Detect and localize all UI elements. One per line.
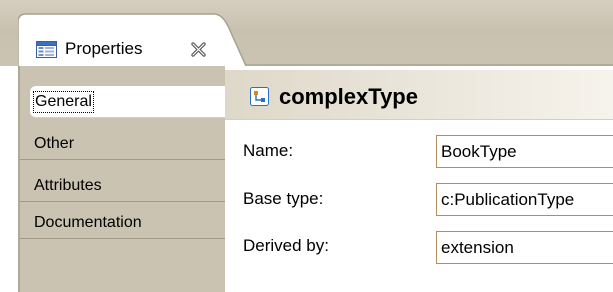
close-icon[interactable]	[190, 41, 207, 58]
properties-view-icon	[36, 41, 57, 58]
section-title: complexType	[279, 84, 418, 109]
side-tab-attributes[interactable]: Attributes	[20, 170, 225, 202]
complex-type-icon	[250, 87, 269, 106]
side-tab-general-label: General	[33, 91, 94, 113]
side-tab-other[interactable]: Other	[20, 128, 225, 160]
base-type-label: Base type:	[243, 189, 324, 208]
properties-view-tab[interactable]: Properties	[18, 12, 248, 68]
side-tab-general[interactable]: General	[30, 86, 225, 118]
name-field[interactable]: BookType	[436, 135, 613, 168]
derived-by-field[interactable]: extension	[436, 231, 613, 264]
side-tab-documentation-label: Documentation	[34, 214, 142, 231]
derived-by-label: Derived by:	[243, 236, 329, 255]
side-tab-documentation[interactable]: Documentation	[20, 207, 225, 239]
side-tab-other-label: Other	[34, 135, 75, 152]
properties-view: Properties General Other Attributes Docu…	[0, 0, 613, 292]
side-tab-attributes-label: Attributes	[34, 177, 102, 194]
name-label: Name:	[243, 141, 294, 160]
properties-view-tab-label: Properties	[65, 39, 143, 58]
base-type-field[interactable]: c:PublicationType	[436, 183, 613, 216]
